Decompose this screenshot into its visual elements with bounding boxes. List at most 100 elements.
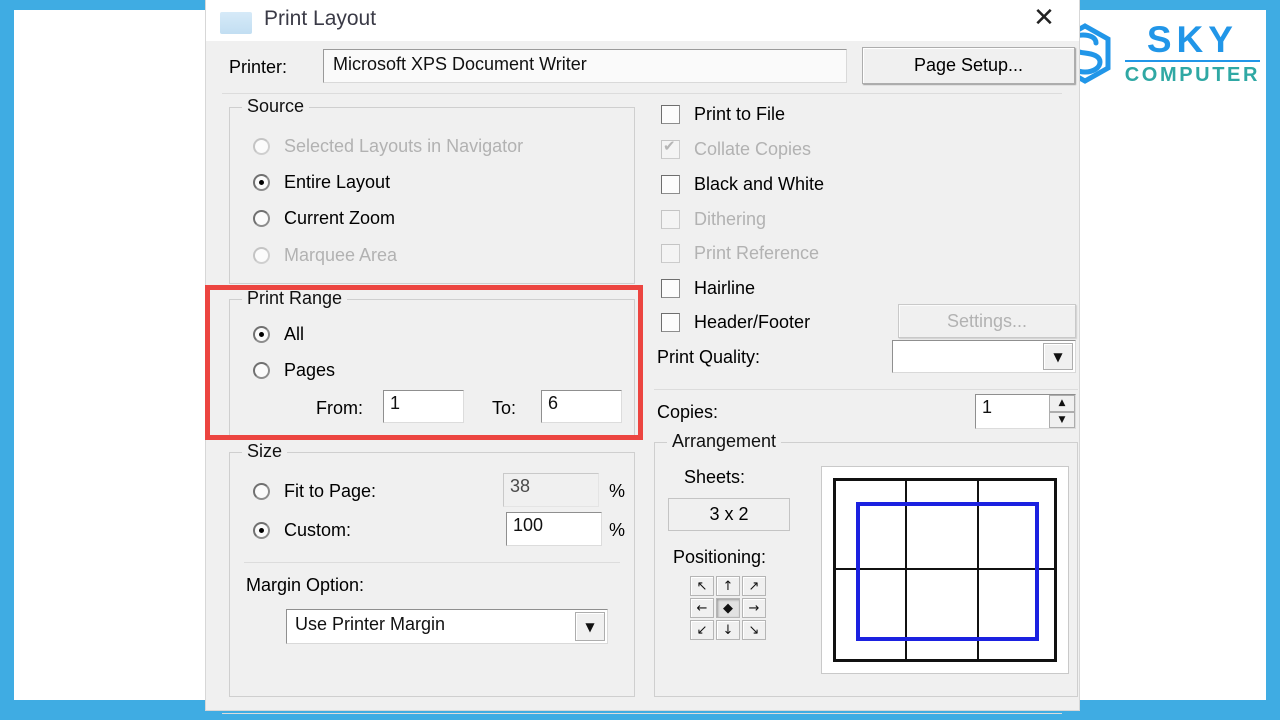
radio-icon[interactable] [253, 522, 270, 539]
custom-size-input[interactable]: 100 [506, 512, 602, 546]
dialog-titlebar: Print Layout [206, 0, 1079, 41]
radio-label: Fit to Page: [284, 481, 377, 501]
preview-sheet [833, 478, 1057, 662]
checkbox-icon[interactable] [661, 279, 680, 298]
dialog-title: Print Layout [264, 7, 377, 30]
print-range-legend: Print Range [242, 288, 348, 309]
radio-selected-layouts: Selected Layouts in Navigator [253, 136, 523, 157]
position-center-button[interactable]: ◆ [716, 598, 740, 618]
fit-to-page-value: 38 [503, 473, 599, 507]
custom-size-unit: % [609, 520, 626, 540]
radio-range-all[interactable]: All [253, 324, 304, 345]
print-layout-dialog: Print Layout Printer: Microsoft XPS Docu… [205, 0, 1080, 714]
chevron-down-icon[interactable]: ▼ [575, 612, 605, 641]
checkbox-icon[interactable] [661, 175, 680, 194]
app-icon [220, 12, 252, 34]
radio-range-pages[interactable]: Pages [253, 360, 335, 381]
radio-icon [253, 138, 270, 155]
radio-label: Current Zoom [284, 208, 396, 228]
checkbox-black-and-white[interactable]: Black and White [661, 174, 824, 195]
position-bottom-left-button[interactable]: ↙ [690, 620, 714, 640]
checkbox-label: Print Reference [694, 243, 820, 263]
radio-icon[interactable] [253, 483, 270, 500]
checkbox-label: Dithering [694, 209, 767, 229]
checkbox-dithering: Dithering [661, 209, 766, 230]
checkbox-header-footer[interactable]: Header/Footer [661, 312, 810, 333]
radio-label: Entire Layout [284, 172, 391, 192]
close-icon[interactable]: ✕ [1027, 3, 1061, 35]
margin-option-value: Use Printer Margin [295, 614, 446, 634]
radio-icon [253, 247, 270, 264]
settings-button: Settings... [898, 304, 1076, 338]
header-divider [222, 93, 1062, 94]
printer-field[interactable]: Microsoft XPS Document Writer [323, 49, 847, 83]
stepper-up-icon[interactable]: ▲ [1049, 395, 1075, 412]
checkbox-icon [661, 210, 680, 229]
positioning-pad[interactable]: ↖ ↑ ↗ ← ◆ → ↙ ↓ ↘ [690, 576, 766, 640]
from-label: From: [316, 398, 363, 418]
sky-computer-logo: SKY COMPUTER [1055, 19, 1260, 85]
preview-selection-box [855, 502, 1039, 642]
stepper-down-icon[interactable]: ▼ [1049, 411, 1075, 428]
print-quality-label: Print Quality: [657, 347, 761, 367]
position-bottom-center-button[interactable]: ↓ [716, 620, 740, 640]
position-middle-right-button[interactable]: → [742, 598, 766, 618]
source-legend: Source [242, 96, 310, 117]
radio-custom-size[interactable]: Custom: [253, 520, 351, 541]
logo-wordmark: SKY COMPUTER [1124, 19, 1260, 85]
radio-icon[interactable] [253, 362, 270, 379]
checkbox-label: Header/Footer [694, 312, 811, 332]
copies-input[interactable]: 1 ▲ ▼ [975, 394, 1076, 429]
dialog-body: Printer: Microsoft XPS Document Writer P… [206, 41, 1079, 714]
radio-label: Pages [284, 360, 336, 380]
checkbox-collate-copies: Collate Copies [661, 137, 811, 160]
size-divider [244, 562, 620, 563]
copies-value: 1 [982, 397, 993, 417]
radio-label: Custom: [284, 520, 352, 540]
position-top-center-button[interactable]: ↑ [716, 576, 740, 596]
print-quality-select[interactable]: ▼ [892, 340, 1076, 373]
radio-icon[interactable] [253, 210, 270, 227]
positioning-label: Positioning: [673, 547, 767, 567]
radio-fit-to-page[interactable]: Fit to Page: [253, 481, 376, 502]
radio-icon[interactable] [253, 326, 270, 343]
sheets-value: 3 x 2 [668, 498, 790, 531]
position-top-left-button[interactable]: ↖ [690, 576, 714, 596]
checkbox-icon[interactable] [661, 105, 680, 124]
position-middle-left-button[interactable]: ← [690, 598, 714, 618]
radio-current-zoom[interactable]: Current Zoom [253, 208, 395, 229]
fit-to-page-unit: % [609, 481, 626, 501]
logo-text-sky: SKY [1146, 19, 1238, 60]
checkbox-print-reference: Print Reference [661, 243, 819, 264]
checkbox-icon[interactable] [661, 313, 680, 332]
checkbox-label: Hairline [694, 278, 756, 298]
checkbox-hairline[interactable]: Hairline [661, 278, 755, 299]
copies-stepper[interactable]: ▲ ▼ [1049, 395, 1075, 428]
checkbox-label: Print to File [694, 104, 786, 124]
radio-label: Selected Layouts in Navigator [284, 136, 524, 156]
radio-label: All [284, 324, 305, 344]
footer-divider [222, 713, 1062, 714]
margin-option-label: Margin Option: [246, 575, 365, 595]
copies-label: Copies: [657, 402, 719, 422]
printer-label: Printer: [229, 57, 288, 77]
checkbox-print-to-file[interactable]: Print to File [661, 104, 785, 125]
page-setup-button[interactable]: Page Setup... [862, 47, 1075, 84]
screenshot-frame: SKY COMPUTER Print Layout Printer: Micro… [0, 0, 1280, 720]
from-input[interactable]: 1 [383, 390, 464, 423]
quality-divider [654, 389, 1078, 390]
radio-marquee-area: Marquee Area [253, 245, 397, 266]
size-legend: Size [242, 441, 288, 462]
radio-label: Marquee Area [284, 245, 398, 265]
margin-option-select[interactable]: Use Printer Margin ▼ [286, 609, 608, 644]
arrangement-preview [821, 466, 1069, 674]
checkbox-icon [661, 244, 680, 263]
position-top-right-button[interactable]: ↗ [742, 576, 766, 596]
position-bottom-right-button[interactable]: ↘ [742, 620, 766, 640]
arrangement-legend: Arrangement [667, 431, 782, 452]
radio-icon[interactable] [253, 174, 270, 191]
checkbox-label: Black and White [694, 174, 825, 194]
radio-entire-layout[interactable]: Entire Layout [253, 172, 390, 193]
chevron-down-icon[interactable]: ▼ [1043, 343, 1073, 370]
to-input[interactable]: 6 [541, 390, 622, 423]
